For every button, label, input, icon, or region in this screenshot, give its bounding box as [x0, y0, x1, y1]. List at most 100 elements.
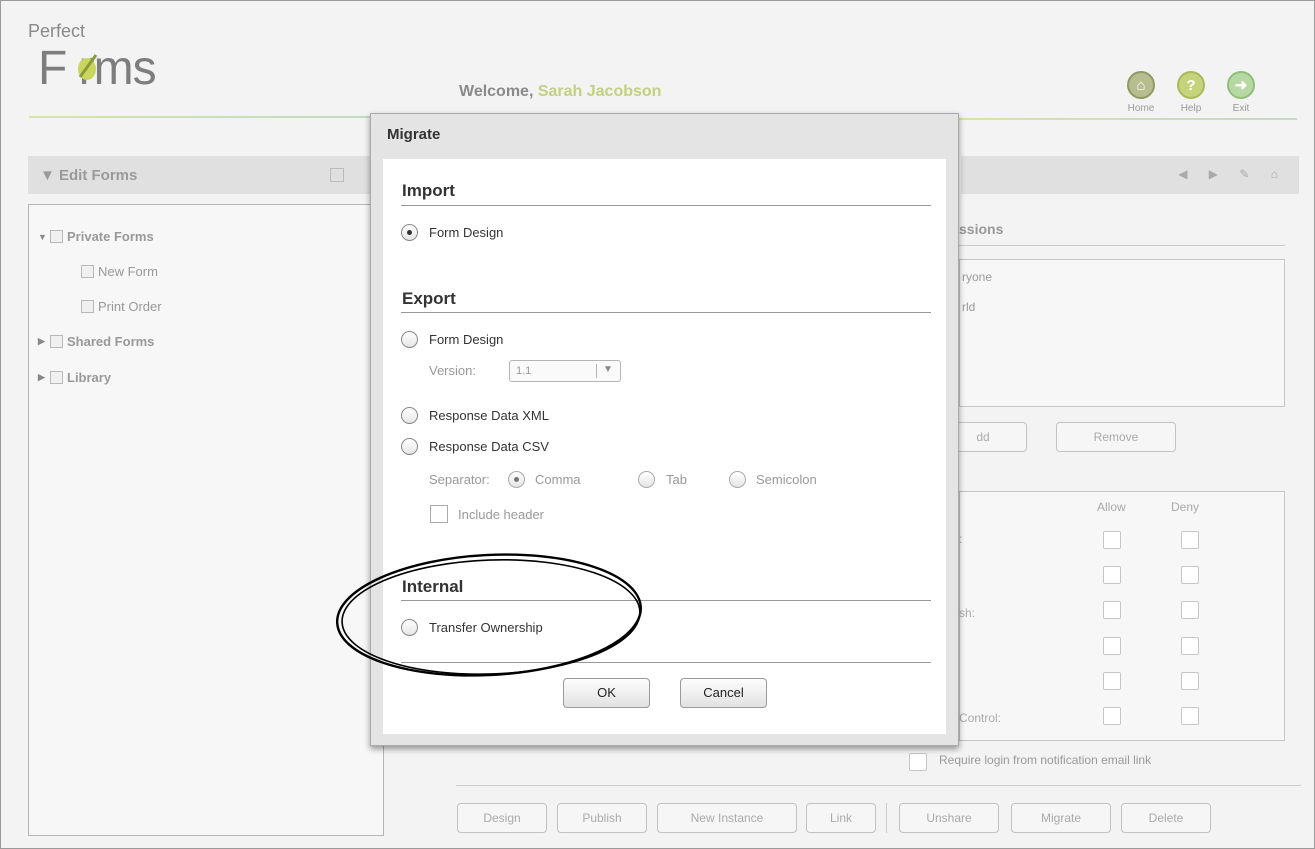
allow-checkbox[interactable] [1103, 672, 1121, 690]
tree-label: Private Forms [67, 229, 154, 244]
user-name: Sarah Jacobson [537, 83, 662, 100]
separator-tab-label[interactable]: Tab [666, 472, 687, 487]
version-select[interactable]: 1.1 ▼ [509, 360, 621, 382]
separator-semicolon-radio[interactable] [729, 471, 746, 488]
welcome-text: Welcome, Sarah Jacobson [459, 83, 661, 101]
tree-item-shared-forms[interactable]: ▶ Shared Forms [38, 334, 154, 349]
tree-label: Library [67, 370, 112, 385]
folder-icon [50, 230, 63, 243]
tree-item-private-forms[interactable]: ▼ Private Forms [38, 229, 154, 244]
import-divider [401, 205, 931, 206]
tree-label: New Form [98, 264, 158, 279]
unshare-button[interactable]: Unshare [899, 803, 999, 833]
link-button[interactable]: Link [806, 803, 876, 833]
import-section-title: Import [402, 181, 455, 200]
list-item[interactable]: rld [962, 300, 975, 314]
deny-checkbox[interactable] [1181, 531, 1199, 549]
publish-button[interactable]: Publish [557, 803, 647, 833]
export-form-design-label[interactable]: Form Design [429, 332, 503, 347]
dialog-body: Import Form Design Export Form Design Ve… [383, 159, 946, 734]
migrate-button[interactable]: Migrate [1011, 803, 1111, 833]
response-csv-radio[interactable] [401, 438, 418, 455]
exit-button[interactable]: ➜ Exit [1219, 71, 1263, 114]
logo-text-small: Perfect [28, 21, 86, 41]
home-icon: ⌂ [1127, 71, 1155, 99]
delete-button[interactable]: Delete [1121, 803, 1211, 833]
navigation-icons[interactable]: ◀ ▶ ✎ ⌂ [1178, 167, 1287, 181]
welcome-prefix: Welcome, [459, 83, 538, 100]
tree-item-print-order[interactable]: Print Order [81, 299, 162, 314]
migrate-dialog: Migrate Import Form Design Export Form D… [370, 113, 959, 746]
design-button[interactable]: Design [457, 803, 547, 833]
allow-checkbox[interactable] [1103, 601, 1121, 619]
export-section-title: Export [402, 289, 456, 308]
cancel-button[interactable]: Cancel [680, 678, 767, 708]
folder-icon [50, 335, 63, 348]
tree-item-new-form[interactable]: New Form [81, 264, 158, 279]
allow-checkbox[interactable] [1103, 637, 1121, 655]
expand-arrow-icon[interactable]: ▶ [38, 372, 46, 383]
expand-arrow-icon[interactable]: ▶ [38, 336, 46, 347]
export-form-design-radio[interactable] [401, 331, 418, 348]
allow-header: Allow [1097, 500, 1126, 514]
separator-comma-radio[interactable] [508, 471, 525, 488]
forms-tree-panel: ▼ Private Forms New Form Print Order ▶ S… [28, 204, 384, 836]
deny-checkbox[interactable] [1181, 637, 1199, 655]
help-button[interactable]: ? Help [1169, 71, 1213, 114]
separator-comma-label[interactable]: Comma [535, 472, 581, 487]
expand-arrow-icon[interactable]: ▼ [38, 232, 47, 242]
separator-tab-radio[interactable] [638, 471, 655, 488]
import-form-design-radio[interactable] [401, 224, 418, 241]
help-icon: ? [1177, 71, 1205, 99]
separator-semicolon-label[interactable]: Semicolon [756, 472, 817, 487]
bottom-divider [456, 785, 1301, 786]
include-header-label[interactable]: Include header [458, 507, 544, 522]
tree-item-library[interactable]: ▶ Library [38, 370, 111, 385]
dialog-title: Migrate [387, 126, 441, 143]
include-header-checkbox[interactable] [430, 505, 448, 523]
transfer-ownership-radio[interactable] [401, 619, 418, 636]
button-separator [886, 803, 887, 833]
response-xml-label[interactable]: Response Data XML [429, 408, 549, 423]
deny-header: Deny [1171, 500, 1200, 514]
new-instance-button[interactable]: New Instance [657, 803, 797, 833]
dialog-footer-divider [401, 662, 931, 663]
require-login-label: Require login from notification email li… [939, 753, 1152, 767]
permission-label: sh: [959, 606, 976, 620]
permission-label: Control: [959, 711, 1002, 725]
deny-checkbox[interactable] [1181, 707, 1199, 725]
header-divider [29, 116, 374, 118]
allow-checkbox[interactable] [1103, 566, 1121, 584]
response-csv-label[interactable]: Response Data CSV [429, 439, 549, 454]
deny-checkbox[interactable] [1181, 672, 1199, 690]
permission-label: : [959, 532, 963, 546]
transfer-ownership-label[interactable]: Transfer Ownership [429, 620, 543, 635]
import-form-design-label[interactable]: Form Design [429, 225, 503, 240]
home-button[interactable]: ⌂ Home [1119, 71, 1163, 114]
form-details-header: ◀ ▶ ✎ ⌂ [961, 156, 1299, 194]
edit-forms-header[interactable]: ▼ Edit Forms [28, 156, 373, 194]
new-folder-icon[interactable] [330, 168, 344, 182]
edit-forms-title: ▼ Edit Forms [40, 167, 138, 184]
exit-label: Exit [1232, 103, 1250, 114]
permissions-list[interactable]: ryone rld [959, 259, 1285, 407]
separator-label: Separator: [429, 472, 490, 487]
exit-icon: ➜ [1227, 71, 1255, 99]
app-frame: Perfect F rms Welcome, Sarah Jacobson ⌂ … [0, 0, 1315, 849]
list-item[interactable]: ryone [962, 270, 992, 284]
require-login-checkbox[interactable] [909, 753, 927, 771]
permissions-title: ssions [959, 221, 1004, 237]
version-label: Version: [429, 363, 476, 378]
export-divider [401, 312, 931, 313]
permissions-divider [959, 245, 1285, 246]
ok-button[interactable]: OK [563, 678, 650, 708]
allow-checkbox[interactable] [1103, 707, 1121, 725]
logo-leaf-icon [78, 54, 98, 80]
deny-checkbox[interactable] [1181, 601, 1199, 619]
allow-checkbox[interactable] [1103, 531, 1121, 549]
deny-checkbox[interactable] [1181, 566, 1199, 584]
tree-label: Print Order [98, 299, 162, 314]
response-xml-radio[interactable] [401, 407, 418, 424]
remove-button[interactable]: Remove [1056, 422, 1176, 452]
permissions-grid [959, 491, 1285, 741]
